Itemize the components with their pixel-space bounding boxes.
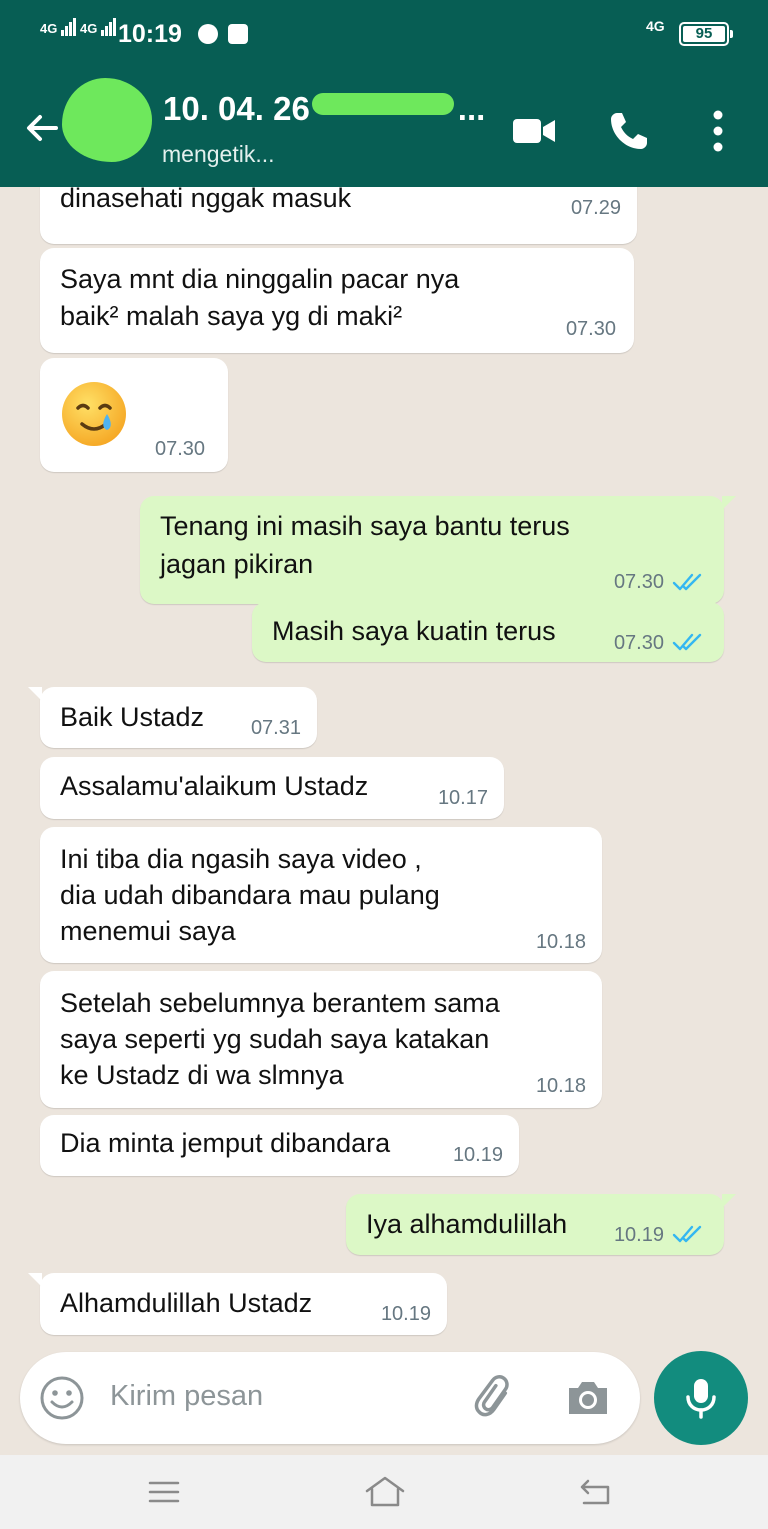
message-outgoing[interactable]: Tenang ini masih saya bantu terus jagan … — [140, 496, 736, 604]
message-text-line: Setelah sebelumnya berantem sama — [60, 988, 500, 1018]
bubble-tail — [28, 1273, 42, 1287]
menu-icon[interactable] — [146, 1475, 182, 1509]
battery-level: 95 — [683, 26, 725, 42]
notification-icon-2 — [228, 24, 248, 44]
battery-icon: 95 — [679, 22, 733, 46]
mic-button[interactable] — [654, 1351, 748, 1445]
message-incoming[interactable]: Saya mnt dia ninggalin pacar nya baik² m… — [40, 248, 634, 353]
bubble-tail — [722, 496, 736, 510]
signal-bars-icon — [100, 18, 117, 36]
message-text-line: jagan pikiran — [160, 549, 314, 579]
back-arrow-icon[interactable] — [22, 108, 62, 148]
message-text: Dia minta jemput dibandara — [60, 1128, 391, 1158]
message-time: 10.19 — [613, 1224, 664, 1246]
contact-name-text: 10. 04. 26 — [163, 90, 310, 127]
message-text-line: baik² malah saya yg di maki² — [60, 301, 403, 331]
signal-bars-icon — [60, 18, 77, 36]
message-text: dinasehati nggak masuk — [60, 187, 352, 213]
message-incoming-emoji[interactable]: 07.30 — [40, 358, 228, 472]
signal-2: 4G — [80, 18, 117, 36]
message-text: Assalamu'alaikum Ustadz — [60, 771, 369, 801]
system-navigation-bar — [0, 1455, 768, 1529]
app-header: 4G 4G 10:19 4G 95 10. 04. 26... mengetik… — [0, 0, 768, 187]
message-text-line: saya seperti yg sudah saya katakan — [60, 1024, 490, 1054]
message-text-line: menemui saya — [60, 916, 236, 946]
bubble-tail — [722, 1194, 736, 1208]
status-time: 10:19 — [118, 20, 182, 48]
emoji-icon[interactable] — [39, 1375, 85, 1421]
more-vert-icon[interactable] — [695, 108, 741, 154]
message-text: Masih saya kuatin terus — [272, 616, 556, 646]
message-outgoing[interactable]: Masih saya kuatin terus 07.30 — [252, 602, 724, 662]
message-time: 07.30 — [565, 318, 616, 340]
message-input-placeholder[interactable]: Kirim pesan — [110, 1380, 263, 1413]
message-time: 07.29 — [570, 197, 621, 219]
attach-icon[interactable] — [472, 1375, 518, 1421]
mic-icon — [686, 1379, 716, 1419]
redaction-scribble — [312, 93, 454, 115]
message-time: 07.30 — [613, 571, 664, 593]
home-icon[interactable] — [364, 1475, 406, 1509]
message-incoming[interactable]: Assalamu'alaikum Ustadz 10.17 — [40, 757, 504, 819]
network-type-1: 4G — [40, 21, 58, 36]
message-incoming[interactable]: Dia minta jemput dibandara 10.19 — [40, 1115, 519, 1176]
video-call-icon[interactable] — [511, 108, 557, 154]
bubble-tail — [28, 687, 42, 701]
message-incoming[interactable]: Baik Ustadz 07.31 — [28, 687, 317, 748]
message-time: 10.19 — [452, 1144, 503, 1166]
message-incoming[interactable]: dinasehati nggak masuk 07.29 — [40, 187, 637, 244]
read-receipt-icon — [672, 573, 702, 591]
message-incoming[interactable]: Setelah sebelumnya berantem sama saya se… — [40, 971, 602, 1108]
network-type-2: 4G — [80, 21, 98, 36]
notification-icon — [198, 24, 218, 44]
message-time: 07.30 — [613, 632, 664, 654]
network-type-right: 4G — [646, 18, 665, 34]
message-time: 10.19 — [380, 1303, 431, 1325]
status-bar: 4G 4G 10:19 4G 95 — [0, 0, 768, 68]
message-text-line: ke Ustadz di wa slmnya — [60, 1060, 344, 1090]
message-text-line: dia udah dibandara mau pulang — [60, 880, 440, 910]
message-text-line: Tenang ini masih saya bantu terus — [160, 511, 570, 541]
camera-icon[interactable] — [565, 1375, 611, 1421]
avatar[interactable] — [62, 78, 152, 162]
message-incoming[interactable]: Ini tiba dia ngasih saya video , dia uda… — [40, 827, 602, 963]
read-receipt-icon — [672, 1225, 702, 1243]
message-incoming[interactable]: Alhamdulillah Ustadz 10.19 — [28, 1273, 447, 1335]
message-input-bar[interactable]: Kirim pesan — [20, 1352, 640, 1444]
smiling-face-with-tear-icon — [62, 382, 126, 446]
phone-icon[interactable] — [606, 108, 652, 154]
read-receipt-icon — [672, 633, 702, 651]
message-text-line: Saya mnt dia ninggalin pacar nya — [60, 264, 460, 294]
message-text-line: Ini tiba dia ngasih saya video , — [60, 844, 422, 874]
message-text: Alhamdulillah Ustadz — [60, 1288, 313, 1318]
message-text: Baik Ustadz — [60, 702, 205, 732]
typing-status: mengetik... — [162, 141, 275, 167]
message-time: 07.30 — [155, 438, 206, 460]
message-time: 10.17 — [437, 787, 488, 809]
message-time: 10.18 — [535, 1075, 586, 1097]
message-text: Iya alhamdulillah — [366, 1209, 568, 1239]
message-time: 07.31 — [250, 717, 301, 739]
message-outgoing[interactable]: Iya alhamdulillah 10.19 — [346, 1194, 736, 1255]
chat-area[interactable]: dinasehati nggak masuk 07.29 Saya mnt di… — [0, 187, 768, 1347]
back-icon[interactable] — [578, 1475, 614, 1509]
signal-1: 4G — [40, 18, 77, 36]
message-time: 10.18 — [535, 931, 586, 953]
